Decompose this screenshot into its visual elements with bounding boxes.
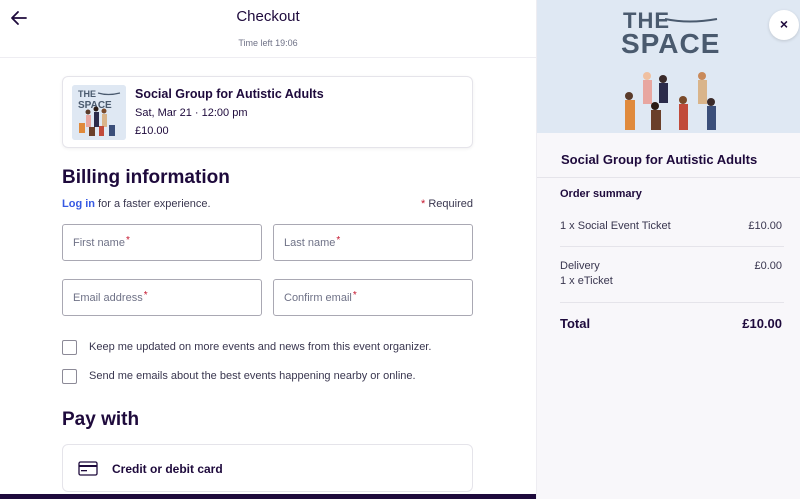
close-button[interactable]: × <box>769 10 799 40</box>
required-note: * Required <box>421 198 473 210</box>
ticket-line-price: £10.00 <box>748 220 782 232</box>
first-name-star: * <box>125 235 130 246</box>
event-banner-image: THE SPACE <box>537 0 800 133</box>
time-left-timer: Time left 19:06 <box>238 38 298 48</box>
last-name-star: * <box>336 235 341 246</box>
event-summary-card: THE SPACE Social Group for Autistic Adul… <box>62 76 473 148</box>
checkout-main-panel: Checkout Time left 19:06 THE SPACE Socia… <box>0 0 536 499</box>
login-prompt: Log in for a faster experience. <box>62 198 211 210</box>
thumb-logo-the: THE <box>78 89 96 99</box>
first-name-placeholder: First name* <box>73 235 130 249</box>
bottom-bar <box>0 494 536 499</box>
credit-card-label: Credit or debit card <box>112 462 223 476</box>
last-name-field[interactable]: Last name* <box>273 224 473 261</box>
confirm-email-star: * <box>352 290 357 301</box>
total-value: £10.00 <box>742 316 782 331</box>
event-date: Sat, Mar 21 · 12:00 pm <box>135 107 248 119</box>
total-label: Total <box>560 316 591 331</box>
email-star: * <box>143 290 148 301</box>
delivery-sub: 1 x eTicket <box>560 275 613 287</box>
delivery-price: £0.00 <box>754 260 782 272</box>
last-name-placeholder: Last name* <box>284 235 341 249</box>
billing-heading: Billing information <box>62 167 230 188</box>
close-icon: × <box>779 16 789 32</box>
confirm-email-label: Confirm email <box>284 292 352 304</box>
pay-with-heading: Pay with <box>62 409 140 430</box>
confirm-email-placeholder: Confirm email* <box>284 290 357 304</box>
order-summary-heading: Order summary <box>560 188 642 200</box>
event-name: Social Group for Autistic Adults <box>135 87 324 101</box>
organizer-updates-checkbox[interactable] <box>62 340 77 355</box>
email-label: Email address <box>73 292 143 304</box>
credit-card-icon <box>78 461 98 476</box>
checkout-header: Checkout Time left 19:06 <box>0 0 536 58</box>
summary-separator <box>560 302 784 303</box>
ticket-line-label: 1 x Social Event Ticket <box>560 220 671 232</box>
last-name-label: Last name <box>284 237 336 249</box>
organizer-updates-label[interactable]: Keep me updated on more events and news … <box>89 341 431 353</box>
summary-separator <box>560 246 784 247</box>
required-label: Required <box>425 198 473 210</box>
page-title: Checkout <box>236 8 300 25</box>
logo-space: SPACE <box>621 28 721 59</box>
confirm-email-field[interactable]: Confirm email* <box>273 279 473 316</box>
summary-divider <box>537 177 800 178</box>
delivery-label: Delivery <box>560 260 600 272</box>
event-thumbnail: THE SPACE <box>72 85 126 140</box>
first-name-label: First name <box>73 237 125 249</box>
login-link[interactable]: Log in <box>62 198 95 210</box>
login-prompt-text: for a faster experience. <box>95 198 211 210</box>
summary-event-title: Social Group for Autistic Adults <box>561 152 758 167</box>
order-summary-panel: THE SPACE × Social Group for Autistic Ad… <box>536 0 800 499</box>
best-events-checkbox[interactable] <box>62 369 77 384</box>
credit-card-option[interactable]: Credit or debit card <box>62 444 473 492</box>
email-field[interactable]: Email address* <box>62 279 262 316</box>
first-name-field[interactable]: First name* <box>62 224 262 261</box>
best-events-label[interactable]: Send me emails about the best events hap… <box>89 370 416 382</box>
event-price: £10.00 <box>135 125 169 137</box>
email-placeholder: Email address* <box>73 290 148 304</box>
